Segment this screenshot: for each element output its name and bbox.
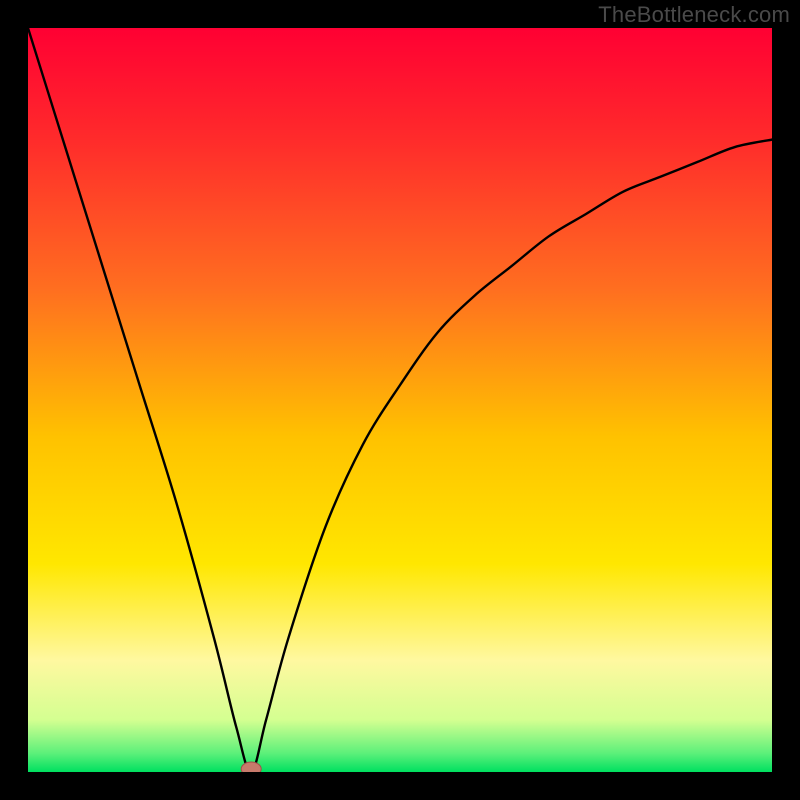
watermark-text: TheBottleneck.com bbox=[598, 2, 790, 28]
minimum-marker bbox=[241, 762, 261, 772]
gradient-background bbox=[28, 28, 772, 772]
chart-svg bbox=[28, 28, 772, 772]
chart-frame: TheBottleneck.com bbox=[0, 0, 800, 800]
plot-area bbox=[28, 28, 772, 772]
